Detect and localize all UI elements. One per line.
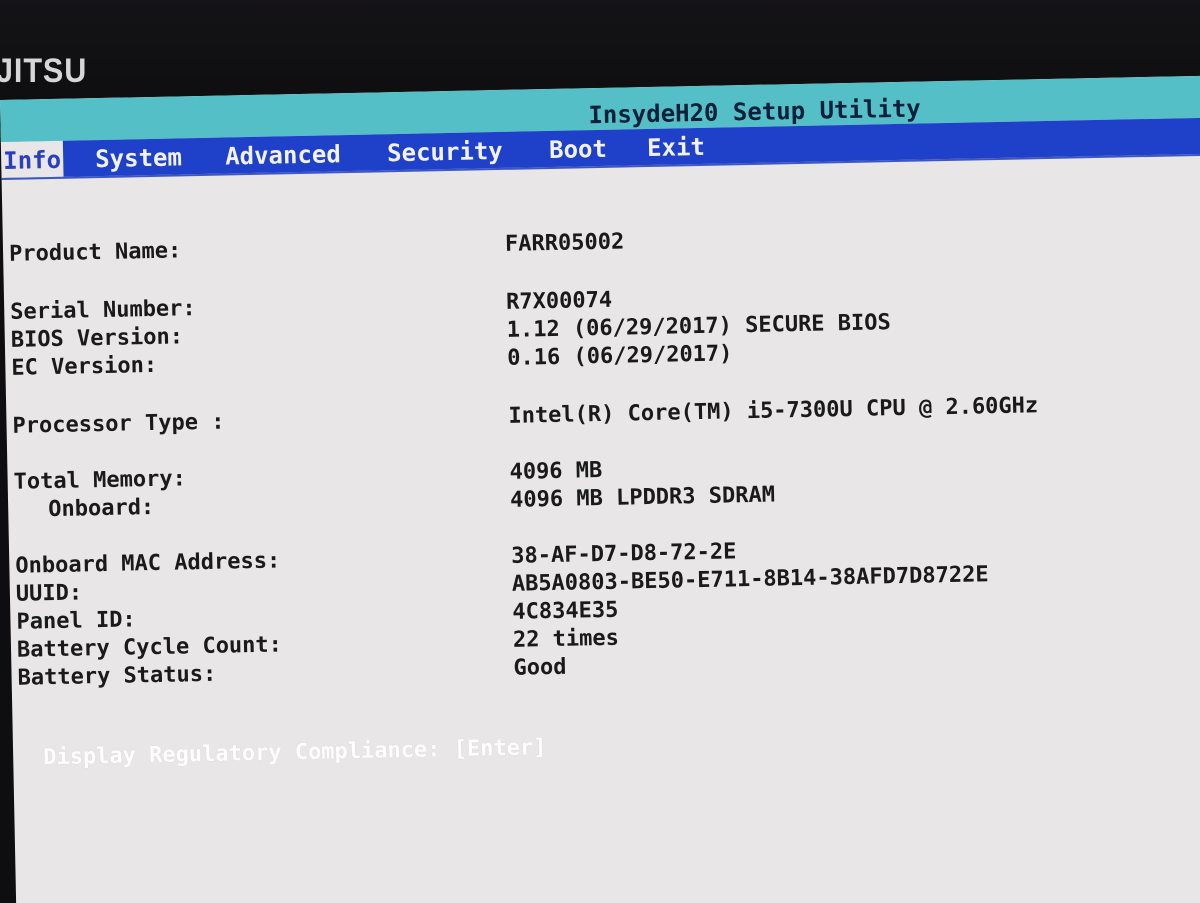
tab-boot[interactable]: Boot <box>547 130 610 167</box>
panel-id-value: 4C834E35 <box>512 597 619 625</box>
ec-version-value: 0.16 (06/29/2017) <box>507 341 733 371</box>
tab-advanced[interactable]: Advanced <box>223 135 343 173</box>
uuid-value: AB5A0803-BE50-E711-8B14-38AFD7D8722E <box>511 562 989 597</box>
mac-address-label: Onboard MAC Address: <box>15 548 281 579</box>
info-panel: Product Name: FARR05002 Serial Number: R… <box>1 153 1200 903</box>
serial-number-value: R7X00074 <box>505 287 613 315</box>
battery-status-label: Battery Status: <box>17 661 217 691</box>
tab-system[interactable]: System <box>93 138 184 176</box>
panel-id-label: Panel ID: <box>16 607 136 635</box>
onboard-memory-value: 4096 MB LPDDR3 SDRAM <box>509 482 776 513</box>
brand-logo: JITSU <box>0 52 88 90</box>
battery-status-value: Good <box>513 654 567 681</box>
processor-type-label: Processor Type : <box>12 409 225 439</box>
serial-number-label: Serial Number: <box>10 296 196 325</box>
regulatory-compliance-label: Display Regulatory Compliance: <box>42 737 441 771</box>
product-name-value: FARR05002 <box>504 229 625 257</box>
battery-cycle-count-value: 22 times <box>512 625 620 653</box>
tab-exit[interactable]: Exit <box>645 128 708 165</box>
onboard-memory-label: Onboard: <box>47 494 155 523</box>
bios-version-label: BIOS Version: <box>10 324 184 353</box>
tab-info[interactable]: Info <box>0 140 64 178</box>
battery-cycle-count-label: Battery Cycle Count: <box>16 632 283 663</box>
enter-action[interactable]: [Enter] <box>453 735 546 762</box>
processor-type-value: Intel(R) Core(TM) i5-7300U CPU @ 2.60GHz <box>508 393 1039 429</box>
mac-address-value: 38-AF-D7-D8-72-2E <box>511 539 737 569</box>
tab-security[interactable]: Security <box>385 132 505 170</box>
total-memory-label: Total Memory: <box>13 466 187 495</box>
product-name-label: Product Name: <box>8 238 182 267</box>
ec-version-label: EC Version: <box>11 352 158 381</box>
regulatory-compliance-item[interactable]: Display Regulatory Compliance: [Enter] <box>43 735 547 770</box>
total-memory-value: 4096 MB <box>509 457 603 485</box>
bios-version-value: 1.12 (06/29/2017) SECURE BIOS <box>506 310 892 343</box>
uuid-label: UUID: <box>15 580 83 607</box>
bios-screen: InsydeH20 Setup Utility Info System Adva… <box>0 75 1200 903</box>
